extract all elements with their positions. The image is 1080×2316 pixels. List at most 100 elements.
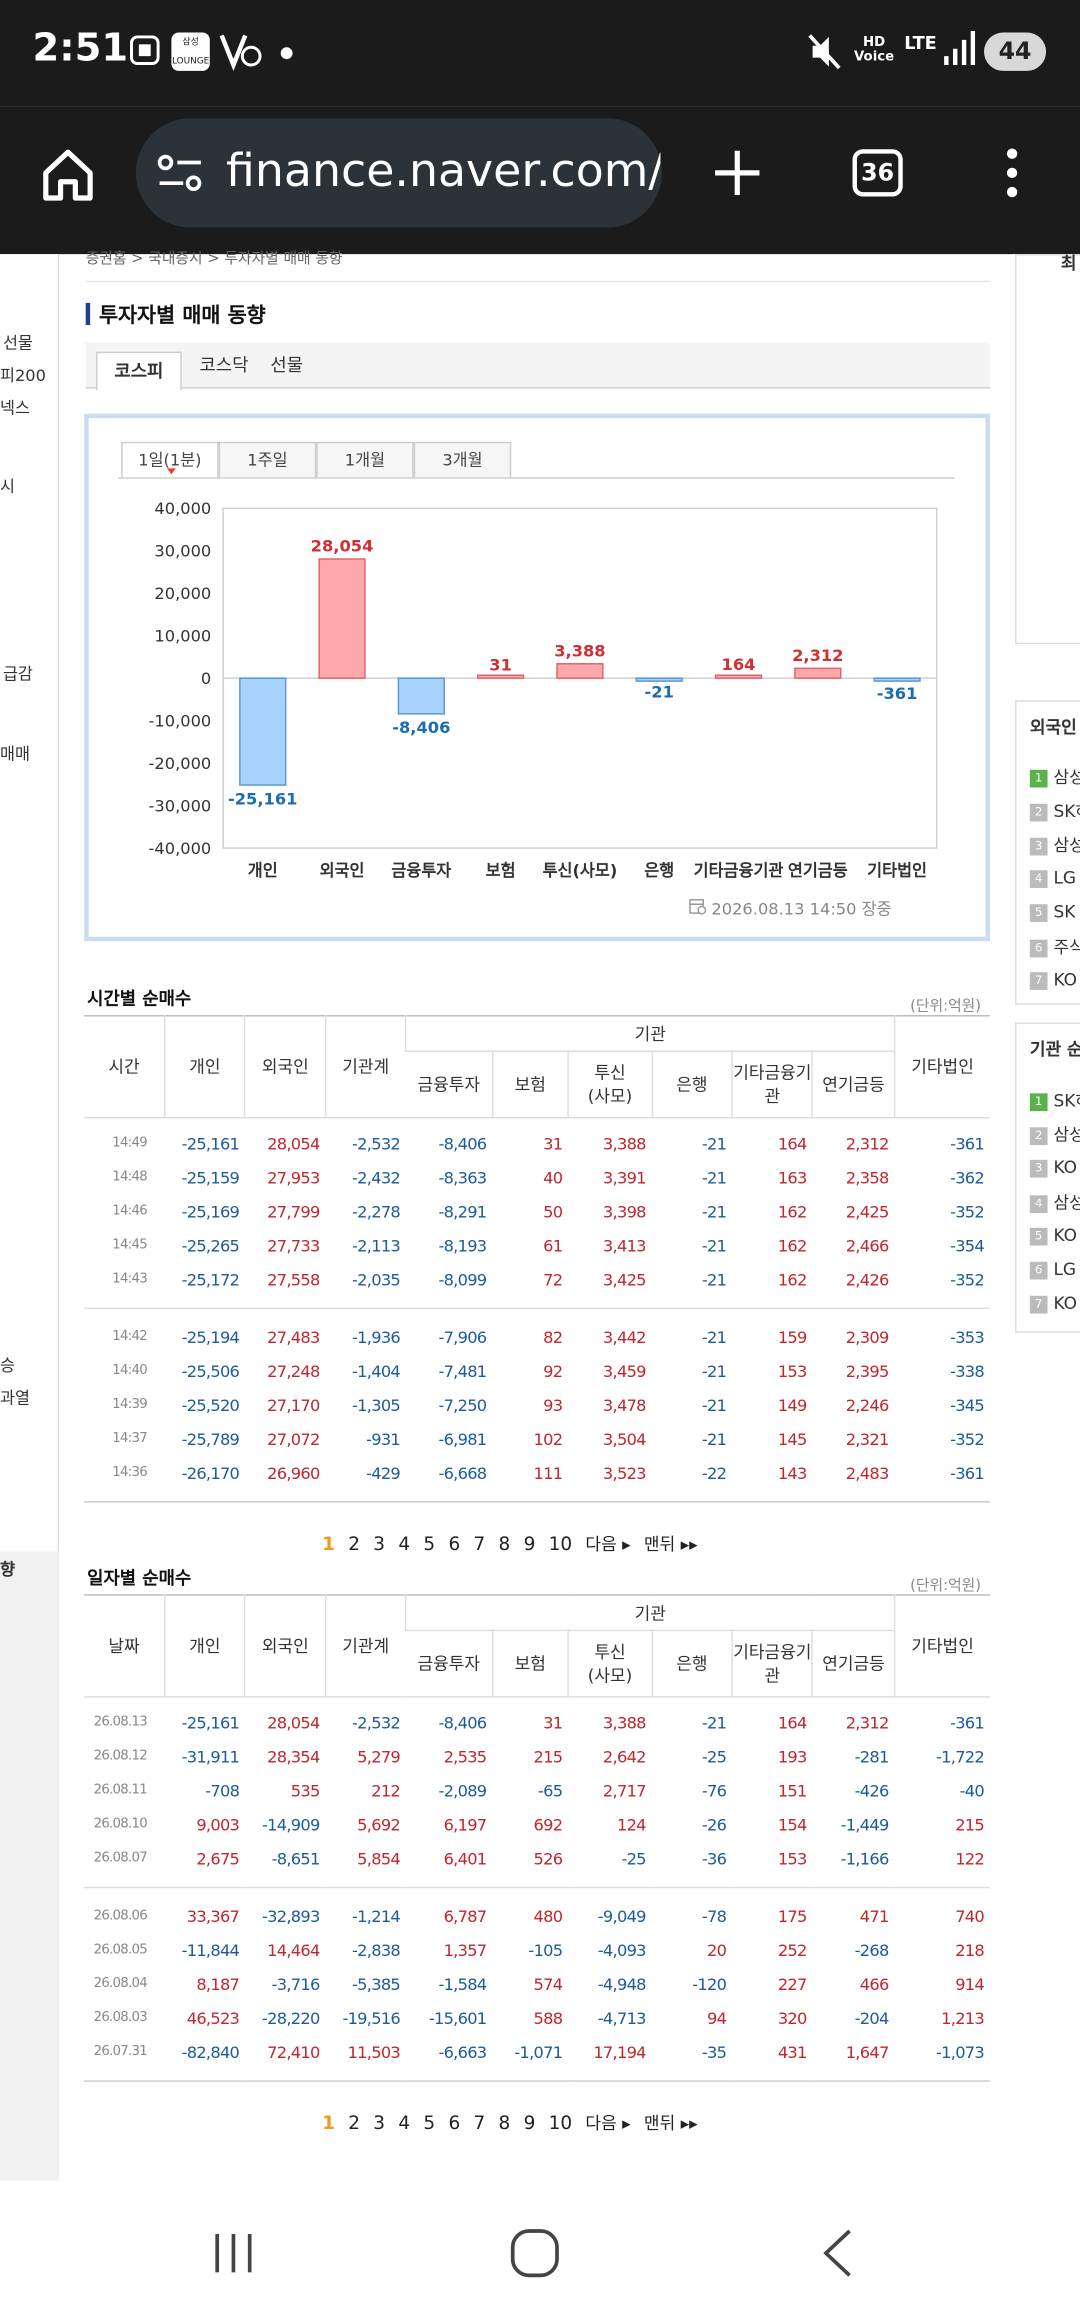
battery-indicator: 44 [984, 32, 1047, 71]
foreign-rank-item[interactable]: 3삼성 [1029, 833, 1080, 857]
page-link-10[interactable]: 10 [549, 2111, 573, 2133]
home-icon[interactable] [38, 145, 97, 210]
left-nav-item[interactable]: 넥스 [0, 396, 30, 420]
bar-8 [873, 677, 921, 682]
value-cell: -7,906 [438, 1327, 487, 1347]
x-category-label: 금융투자 [391, 861, 451, 880]
data-label: -361 [877, 684, 918, 703]
hd-voice-icon: HD Voice [853, 35, 895, 66]
value-cell: 154 [777, 1815, 808, 1835]
value-cell: -2,278 [352, 1201, 401, 1222]
page-link-7[interactable]: 7 [473, 2111, 485, 2133]
value-cell: -8,363 [438, 1167, 487, 1188]
inst-rank-item[interactable]: 2삼성 [1029, 1123, 1080, 1147]
table-row: 14:36 -26,170 26,960 -429 -6,668 111 3,523 -22 1… [84, 1456, 990, 1490]
row-time-cell: 14:39 [112, 1397, 147, 1413]
page-link-5[interactable]: 5 [423, 2111, 435, 2133]
page-link-8[interactable]: 8 [499, 2111, 511, 2133]
inst-rank-item[interactable]: 1SK하 [1029, 1089, 1080, 1113]
last-page-button[interactable]: 맨뒤 ▸▸ [644, 2111, 698, 2135]
value-cell: -35 [701, 2042, 727, 2062]
value-cell: 163 [777, 1167, 808, 1188]
left-nav-item[interactable]: 향 [0, 1557, 15, 1581]
y-tick-label: -10,000 [149, 712, 212, 731]
page-link-4[interactable]: 4 [398, 2111, 410, 2133]
col-subheader: 투신 (사모) [567, 1630, 652, 1698]
inst-rank-item[interactable]: 5 KO [1029, 1225, 1077, 1246]
left-nav-item[interactable]: 선물 [3, 331, 33, 355]
site-settings-icon[interactable] [157, 154, 204, 201]
value-cell: -25,161 [181, 1133, 240, 1154]
foreign-rank-item[interactable]: 5 SK [1029, 901, 1075, 922]
page-link-7[interactable]: 7 [473, 1532, 485, 1554]
samsung-lounge-icon: 삼성 LOUNGE [171, 32, 210, 71]
value-cell: 227 [777, 1974, 808, 1994]
page-link-6[interactable]: 6 [448, 2111, 460, 2133]
page-link-9[interactable]: 9 [524, 2111, 536, 2133]
value-cell: -4,713 [597, 2008, 647, 2028]
value-cell: 3,425 [602, 1269, 647, 1290]
foreign-rank-item[interactable]: 2SK하 [1029, 799, 1080, 823]
chart-timestamp: 2026.08.13 14:50 장중 [689, 897, 892, 921]
page-link-5[interactable]: 5 [423, 1532, 435, 1554]
inst-rank-item[interactable]: 7 KO [1029, 1293, 1077, 1313]
page-link-1[interactable]: 1 [322, 2111, 335, 2133]
left-nav-item[interactable]: 과열 [0, 1386, 30, 1410]
left-nav-item[interactable]: 급감 [3, 662, 33, 686]
value-cell: 2,321 [845, 1429, 890, 1449]
left-nav-item[interactable]: 시 [0, 474, 15, 498]
value-cell: 28,054 [267, 1713, 320, 1733]
page-link-8[interactable]: 8 [499, 1532, 511, 1554]
last-page-button[interactable]: 맨뒤 ▸▸ [644, 1532, 698, 1556]
value-cell: 215 [955, 1815, 985, 1835]
value-cell: 212 [371, 1781, 401, 1801]
more-menu-icon[interactable] [1005, 148, 1020, 204]
tab-kosdaq[interactable]: 코스닥 [199, 352, 248, 377]
inst-rank-item[interactable]: 6 LG [1029, 1259, 1076, 1280]
left-nav-item[interactable]: 승 [0, 1353, 15, 1377]
data-label: 31 [489, 656, 512, 675]
value-cell: 3,459 [602, 1361, 647, 1381]
row-time-cell: 26.08.10 [93, 1817, 148, 1833]
foreign-rank-item[interactable]: 1삼성 [1029, 765, 1080, 789]
left-nav-item[interactable]: 피200 [0, 363, 46, 387]
home-button-icon[interactable] [510, 2228, 560, 2284]
page-link-4[interactable]: 4 [398, 1532, 410, 1554]
tab-kospi[interactable]: 코스피 [96, 351, 182, 391]
next-page-button[interactable]: 다음 ▸ [585, 1532, 630, 1556]
page-link-9[interactable]: 9 [524, 1532, 536, 1554]
value-cell: -25 [621, 1849, 646, 1869]
value-cell: -8,099 [438, 1269, 487, 1290]
recent-apps-icon[interactable] [213, 2231, 257, 2281]
col-header: 외국인 [244, 1015, 326, 1119]
page-link-3[interactable]: 3 [373, 2111, 385, 2133]
bar-1 [318, 558, 366, 679]
value-cell: -1,722 [936, 1747, 985, 1767]
foreign-rank-item[interactable]: 4 LG [1029, 867, 1076, 888]
page-link-6[interactable]: 6 [448, 1532, 460, 1554]
value-cell: 3,478 [602, 1395, 647, 1415]
left-nav-item[interactable]: 매매 [0, 742, 30, 766]
page-link-10[interactable]: 10 [549, 1532, 573, 1554]
page-link-1[interactable]: 1 [322, 1532, 335, 1554]
foreign-rank-item[interactable]: 6주식 [1029, 935, 1080, 959]
value-cell: -1,214 [352, 1906, 401, 1926]
value-cell: -21 [701, 1327, 727, 1347]
inst-rank-item[interactable]: 3 KO [1029, 1157, 1077, 1178]
back-icon[interactable] [821, 2228, 854, 2284]
inst-rank-item[interactable]: 4삼성 [1029, 1191, 1080, 1215]
daily-table-unit: (단위:억원) [910, 1577, 982, 1595]
row-time-cell: 26.08.03 [93, 2010, 148, 2026]
page-link-2[interactable]: 2 [348, 1532, 360, 1554]
page-link-2[interactable]: 2 [348, 2111, 360, 2133]
next-page-button[interactable]: 다음 ▸ [585, 2111, 630, 2135]
row-time-cell: 14:40 [112, 1363, 147, 1379]
bar-0 [239, 677, 287, 786]
new-tab-icon[interactable] [712, 148, 762, 204]
foreign-rank-item[interactable]: 7 KO [1029, 969, 1077, 990]
tab-count-button[interactable]: 36 [852, 149, 903, 197]
value-cell: 27,799 [267, 1201, 320, 1222]
page-link-3[interactable]: 3 [373, 1532, 385, 1554]
value-cell: -25,169 [181, 1201, 240, 1222]
tab-futures[interactable]: 선물 [270, 352, 303, 377]
